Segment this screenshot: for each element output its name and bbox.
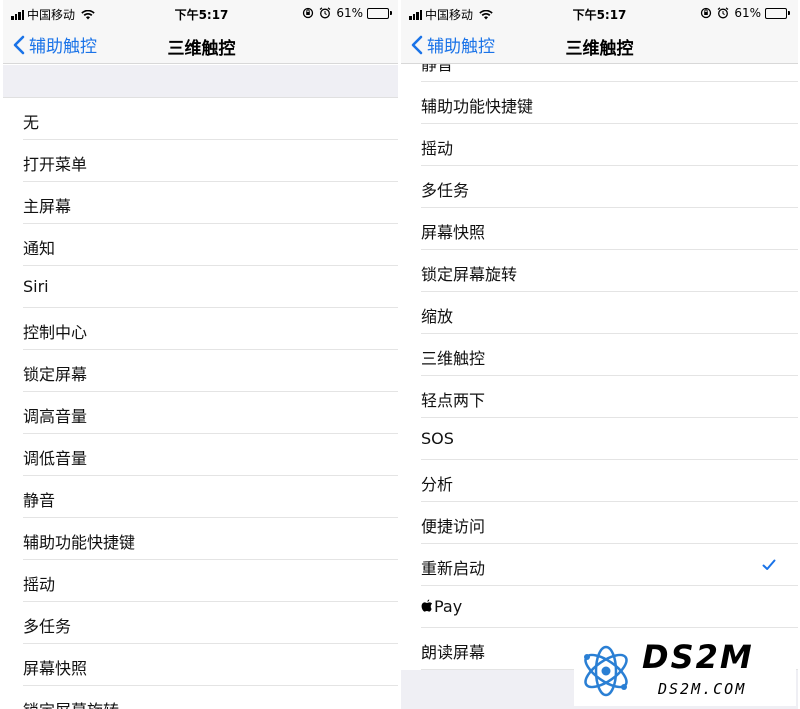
battery-percent: 61% — [734, 6, 761, 20]
watermark-title: DS2M — [642, 638, 754, 676]
navigation-bar: 辅助触控 三维触控 — [3, 26, 400, 64]
list-item[interactable]: 屏幕快照 — [401, 208, 798, 250]
list-item-label: 便捷访问 — [421, 517, 486, 536]
checkmark-icon — [762, 559, 776, 570]
list-item[interactable]: 打开菜单 — [3, 140, 400, 182]
list-item[interactable]: 屏幕快照 — [3, 644, 400, 686]
list-item-label: 重新启动 — [421, 559, 486, 578]
list-item[interactable]: 便捷访问 — [401, 502, 798, 544]
list-item-label: 屏幕快照 — [23, 659, 88, 678]
list-item-label: 分析 — [421, 475, 454, 494]
list-item-label: 调高音量 — [23, 407, 88, 426]
list-item-label: 锁定屏幕旋转 — [23, 697, 119, 709]
watermark-subtitle: DS2M.COM — [658, 680, 747, 698]
list-item[interactable]: 辅助功能快捷键 — [3, 518, 400, 560]
watermark-logo: DS2M DS2M.COM — [574, 638, 796, 706]
list-item-label: 锁定屏幕 — [23, 365, 88, 384]
list-item[interactable]: 辅助功能快捷键 — [401, 82, 798, 124]
list-item[interactable]: 调高音量 — [3, 392, 400, 434]
list-item[interactable]: 摇动 — [401, 124, 798, 166]
action-list: 无打开菜单主屏幕通知 Siri 控制中心锁定屏幕调高音量调低音量静音辅助功能快捷键摇… — [3, 98, 400, 709]
list-item-label: 辅助功能快捷键 — [23, 533, 136, 552]
list-item-label: SOS — [421, 429, 454, 448]
list-item[interactable]: 多任务 — [3, 602, 400, 644]
list-item-label: 轻点两下 — [421, 391, 486, 410]
list-item-label: 屏幕快照 — [421, 223, 486, 242]
right-phone-screen: 静音 辅助功能快捷键 摇动 多任务 屏幕快照 锁定屏幕旋转 缩放 三维触控 轻点两下 SOS 分析便… — [401, 0, 798, 709]
list-item[interactable]: SOS — [401, 418, 798, 460]
list-item-label: Siri — [23, 277, 49, 296]
list-item[interactable]: 静音 — [3, 476, 400, 518]
list-item-label: 锁定屏幕旋转 — [421, 265, 518, 284]
left-phone-screen: 中国移动 下午5:17 61% 辅助触控 三维触控 无 打开菜单 主屏幕 通知 … — [3, 0, 400, 709]
alarm-icon — [717, 7, 729, 19]
list-item[interactable]: 锁定屏幕 — [3, 350, 400, 392]
list-item[interactable]: 轻点两下 — [401, 376, 798, 418]
list-item[interactable]: 三维触控 — [401, 334, 798, 376]
navigation-bar: 辅助触控 三维触控 — [401, 26, 798, 64]
list-item-label: 摇动 — [23, 575, 56, 594]
list-item-label: 打开菜单 — [23, 155, 88, 174]
list-item[interactable]: 调低音量 — [3, 434, 400, 476]
list-item-label: 多任务 — [421, 181, 470, 200]
list-item-label: 控制中心 — [23, 323, 88, 342]
status-bar: 中国移动 下午5:17 61% — [401, 0, 798, 26]
orientation-lock-icon — [303, 7, 314, 19]
list-item[interactable]: Pay — [401, 586, 798, 628]
apple-icon — [421, 599, 433, 612]
list-item-label: Pay — [421, 597, 462, 616]
action-list-scrolled: 静音 辅助功能快捷键 摇动 多任务 屏幕快照 锁定屏幕旋转 缩放 三维触控 轻点两下 SOS 分析便… — [401, 40, 798, 670]
list-item[interactable]: 多任务 — [401, 166, 798, 208]
list-item[interactable]: 通知 — [3, 224, 400, 266]
list-item[interactable]: 分析 — [401, 460, 798, 502]
list-item[interactable]: 无 — [3, 98, 400, 140]
list-item[interactable]: Siri — [3, 266, 400, 308]
list-item-label: 摇动 — [421, 139, 454, 158]
list-item[interactable]: 锁定屏幕旋转 — [401, 250, 798, 292]
list-item[interactable]: 控制中心 — [3, 308, 400, 350]
battery-percent: 61% — [336, 6, 363, 20]
list-item[interactable]: 缩放 — [401, 292, 798, 334]
list-item-label: 缩放 — [421, 307, 454, 326]
list-item-label: 辅助功能快捷键 — [421, 97, 534, 116]
page-title: 三维触控 — [167, 39, 236, 59]
status-bar: 中国移动 下午5:17 61% — [3, 0, 400, 26]
list-item-label: 静音 — [23, 491, 56, 510]
alarm-icon — [319, 7, 331, 19]
list-item[interactable]: 摇动 — [3, 560, 400, 602]
list-item-label: 无 — [23, 113, 40, 132]
list-item-label: 通知 — [23, 239, 56, 258]
list-item[interactable]: 重新启动 — [401, 544, 798, 586]
group-header-spacer — [3, 65, 400, 98]
list-item[interactable]: 主屏幕 — [3, 182, 400, 224]
orientation-lock-icon — [701, 7, 712, 19]
list-item-label: 多任务 — [23, 617, 72, 636]
battery-icon — [367, 7, 392, 19]
atom-logo-icon — [584, 645, 628, 697]
page-title: 三维触控 — [565, 39, 634, 59]
list-item-label: 朗读屏幕 — [421, 643, 486, 662]
list-item-label: 调低音量 — [23, 449, 88, 468]
list-item-label: 主屏幕 — [23, 197, 72, 216]
list-item[interactable]: 锁定屏幕旋转 — [3, 686, 400, 709]
battery-icon — [765, 7, 790, 19]
list-item-label: 三维触控 — [421, 349, 486, 368]
